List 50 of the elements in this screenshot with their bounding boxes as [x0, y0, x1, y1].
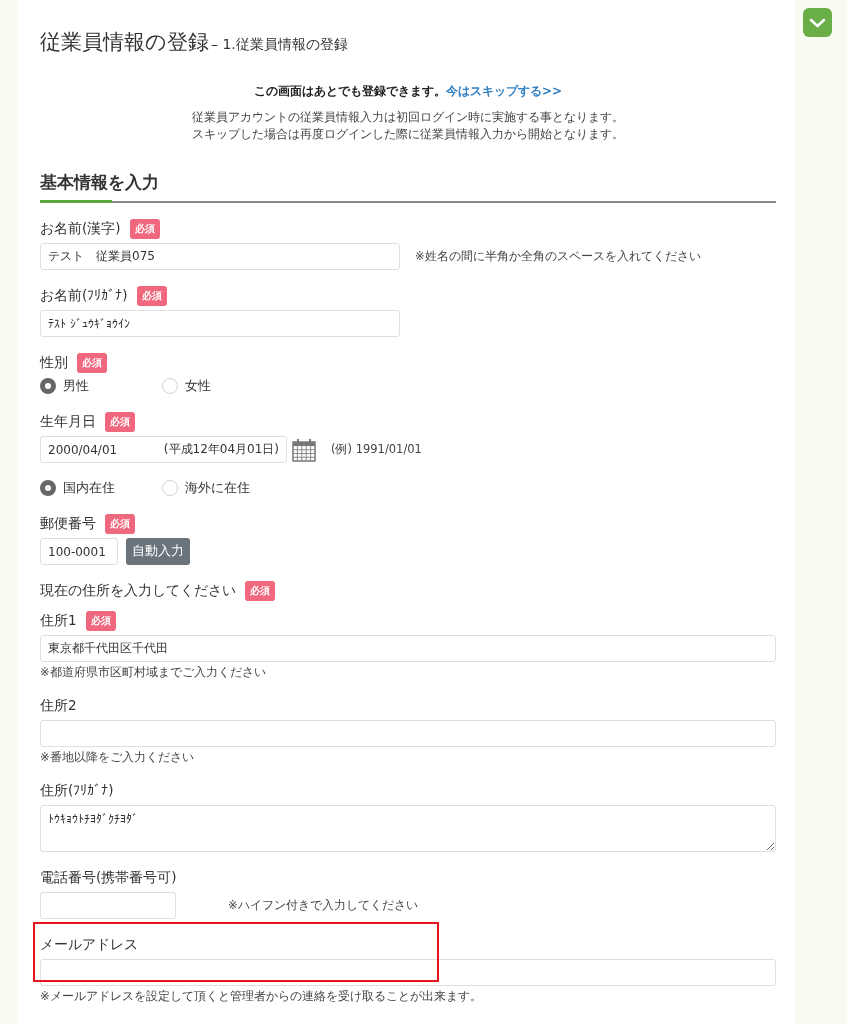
radio-label: 国内在住 — [63, 479, 115, 497]
radio-label: 女性 — [185, 377, 211, 395]
auto-fill-button[interactable]: 自動入力 — [126, 538, 190, 565]
notice-text: この画面はあとでも登録できます。 — [253, 84, 446, 98]
text-area[interactable]: ﾄｳｷｮｳﾄﾁﾖﾀﾞｸﾁﾖﾀﾞ — [40, 805, 776, 852]
field-label: 現在の住所を入力してください — [40, 582, 236, 600]
field-label: 性別 — [40, 354, 68, 372]
field-label: お名前(漢字) — [40, 220, 121, 238]
input-field[interactable]: ﾃｽﾄ ｼﾞｭｳｷﾞｮｳｲﾝ — [40, 310, 400, 337]
input-field[interactable]: テスト 従業員075 — [40, 243, 400, 270]
section-title: 基本情報を入力 — [40, 171, 160, 194]
calendar-icon[interactable] — [292, 437, 316, 462]
input-field[interactable] — [40, 720, 776, 747]
hint-text: ※姓名の間に半角か全角のスペースを入れてください — [415, 249, 701, 264]
required-badge: 必須 — [105, 514, 135, 534]
postal-code-field[interactable]: 100-0001 — [40, 538, 118, 565]
field-label: 住所2 — [40, 697, 77, 715]
field-label: 住所1 — [40, 612, 77, 630]
field-label: メールアドレス — [40, 936, 138, 954]
phone-field[interactable] — [40, 892, 176, 919]
required-badge: 必須 — [129, 219, 160, 239]
hint-text: ※ハイフン付きで入力してください — [228, 898, 418, 913]
skip-link[interactable]: 今はスキップする>> — [445, 84, 563, 98]
date-field[interactable]: 2000/04/01 (平成12年04月01日) — [40, 436, 287, 463]
hint-text: ※都道府県市区町村域までご入力ください — [40, 665, 267, 680]
required-badge: 必須 — [77, 353, 107, 373]
radio-button[interactable] — [40, 480, 56, 496]
hint-text: ※番地以降をご入力ください — [40, 750, 195, 765]
expand-button[interactable] — [803, 8, 832, 37]
hint-text: ※メールアドレスを設定して頂くと管理者からの連絡を受け取ることが出来ます。 — [40, 989, 483, 1004]
radio-label: 海外に在住 — [185, 479, 250, 497]
required-badge: 必須 — [136, 286, 167, 306]
field-label: お名前(ﾌﾘｶﾞﾅ) — [40, 287, 128, 305]
chevron-down-icon — [809, 18, 826, 28]
hint-text: (例) 1991/01/01 — [331, 442, 422, 457]
page-title: 従業員情報の登録 — [40, 29, 209, 56]
field-label: 郵便番号 — [40, 515, 96, 533]
field-label: 電話番号(携帯番号可) — [40, 869, 177, 887]
required-badge: 必須 — [85, 611, 116, 631]
info-text: 従業員アカウントの従業員情報入力は初回ログイン時に実施する事となります。 — [192, 109, 624, 126]
required-badge: 必須 — [105, 412, 135, 432]
radio-label: 男性 — [63, 377, 89, 395]
required-badge: 必須 — [245, 581, 275, 601]
info-text: スキップした場合は再度ログインした際に従業員情報入力から開始となります。 — [192, 126, 624, 143]
page-subtitle: – 1.従業員情報の登録 — [211, 36, 348, 54]
input-field[interactable] — [40, 959, 776, 986]
input-field[interactable]: 東京都千代田区千代田 — [40, 635, 776, 662]
field-label: 生年月日 — [40, 413, 96, 431]
radio-button[interactable] — [40, 378, 56, 394]
field-label: 住所(ﾌﾘｶﾞﾅ) — [40, 782, 114, 800]
